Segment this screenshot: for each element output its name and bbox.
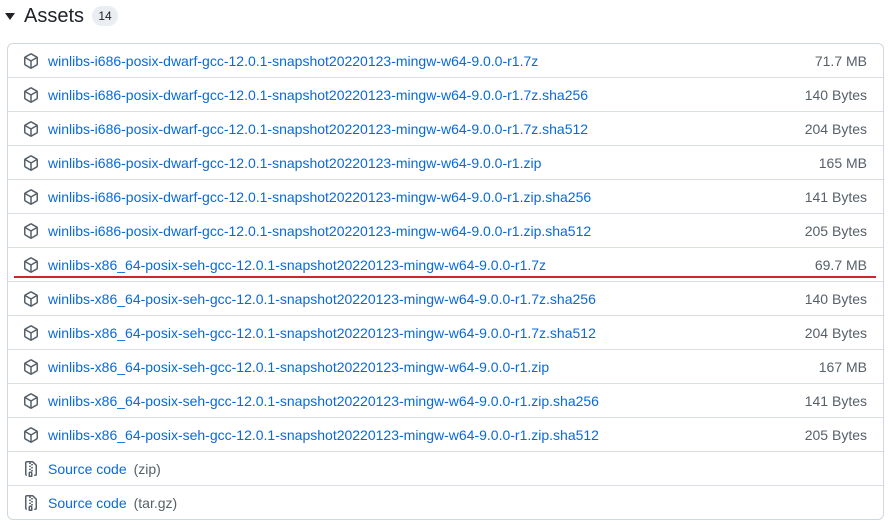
- package-icon: [23, 222, 39, 239]
- package-icon: [23, 256, 39, 273]
- asset-row: winlibs-i686-posix-dwarf-gcc-12.0.1-snap…: [8, 180, 883, 214]
- asset-size: 204 Bytes: [804, 324, 867, 341]
- asset-link[interactable]: winlibs-i686-posix-dwarf-gcc-12.0.1-snap…: [48, 53, 538, 69]
- asset-row: winlibs-x86_64-posix-seh-gcc-12.0.1-snap…: [8, 350, 883, 384]
- asset-link[interactable]: winlibs-i686-posix-dwarf-gcc-12.0.1-snap…: [48, 121, 588, 137]
- source-code-row: Source code (tar.gz): [8, 486, 883, 519]
- asset-link[interactable]: winlibs-i686-posix-dwarf-gcc-12.0.1-snap…: [48, 87, 588, 103]
- highlight-underline: [14, 276, 876, 278]
- asset-link[interactable]: winlibs-i686-posix-dwarf-gcc-12.0.1-snap…: [48, 223, 591, 239]
- asset-link[interactable]: winlibs-x86_64-posix-seh-gcc-12.0.1-snap…: [48, 291, 596, 307]
- assets-list: winlibs-i686-posix-dwarf-gcc-12.0.1-snap…: [7, 43, 884, 520]
- file-zip-icon: [23, 494, 39, 511]
- asset-size: 167 MB: [818, 358, 867, 375]
- asset-row: winlibs-i686-posix-dwarf-gcc-12.0.1-snap…: [8, 146, 883, 180]
- package-icon: [23, 324, 39, 341]
- asset-row: winlibs-x86_64-posix-seh-gcc-12.0.1-snap…: [8, 316, 883, 350]
- asset-size: 205 Bytes: [804, 222, 867, 239]
- asset-link[interactable]: winlibs-x86_64-posix-seh-gcc-12.0.1-snap…: [48, 359, 549, 375]
- asset-row: winlibs-x86_64-posix-seh-gcc-12.0.1-snap…: [8, 418, 883, 452]
- asset-row: winlibs-x86_64-posix-seh-gcc-12.0.1-snap…: [8, 282, 883, 316]
- package-icon: [23, 52, 39, 69]
- asset-row: winlibs-i686-posix-dwarf-gcc-12.0.1-snap…: [8, 214, 883, 248]
- package-icon: [23, 426, 39, 443]
- asset-link[interactable]: winlibs-x86_64-posix-seh-gcc-12.0.1-snap…: [48, 325, 596, 341]
- asset-row: winlibs-i686-posix-dwarf-gcc-12.0.1-snap…: [8, 112, 883, 146]
- package-icon: [23, 120, 39, 137]
- asset-link[interactable]: winlibs-i686-posix-dwarf-gcc-12.0.1-snap…: [48, 189, 591, 205]
- asset-link[interactable]: winlibs-x86_64-posix-seh-gcc-12.0.1-snap…: [48, 427, 599, 443]
- asset-size: 140 Bytes: [804, 290, 867, 307]
- asset-size: 205 Bytes: [804, 426, 867, 443]
- asset-row: winlibs-x86_64-posix-seh-gcc-12.0.1-snap…: [8, 384, 883, 418]
- file-zip-icon: [23, 460, 39, 477]
- asset-link[interactable]: winlibs-x86_64-posix-seh-gcc-12.0.1-snap…: [48, 393, 599, 409]
- source-code-tar-link[interactable]: Source code: [48, 495, 127, 511]
- source-code-zip-link[interactable]: Source code: [48, 461, 127, 477]
- asset-row: winlibs-i686-posix-dwarf-gcc-12.0.1-snap…: [8, 78, 883, 112]
- source-code-format: (zip): [133, 460, 161, 477]
- asset-size: 204 Bytes: [804, 120, 867, 137]
- asset-size: 71.7 MB: [814, 52, 867, 69]
- asset-link[interactable]: winlibs-x86_64-posix-seh-gcc-12.0.1-snap…: [48, 257, 546, 273]
- asset-row: winlibs-i686-posix-dwarf-gcc-12.0.1-snap…: [8, 44, 883, 78]
- package-icon: [23, 290, 39, 307]
- asset-size: 165 MB: [818, 154, 867, 171]
- assets-count-badge: 14: [92, 6, 119, 26]
- package-icon: [23, 358, 39, 375]
- asset-link[interactable]: winlibs-i686-posix-dwarf-gcc-12.0.1-snap…: [48, 155, 541, 171]
- package-icon: [23, 154, 39, 171]
- assets-title: Assets: [24, 4, 85, 27]
- asset-size: 140 Bytes: [804, 86, 867, 103]
- asset-size: 141 Bytes: [804, 188, 867, 205]
- package-icon: [23, 392, 39, 409]
- assets-header[interactable]: Assets 14: [0, 0, 890, 32]
- source-code-row: Source code (zip): [8, 452, 883, 486]
- triangle-down-icon[interactable]: [5, 12, 15, 20]
- package-icon: [23, 188, 39, 205]
- asset-size: 69.7 MB: [814, 256, 867, 273]
- package-icon: [23, 86, 39, 103]
- source-code-format: (tar.gz): [133, 494, 178, 511]
- asset-size: 141 Bytes: [804, 392, 867, 409]
